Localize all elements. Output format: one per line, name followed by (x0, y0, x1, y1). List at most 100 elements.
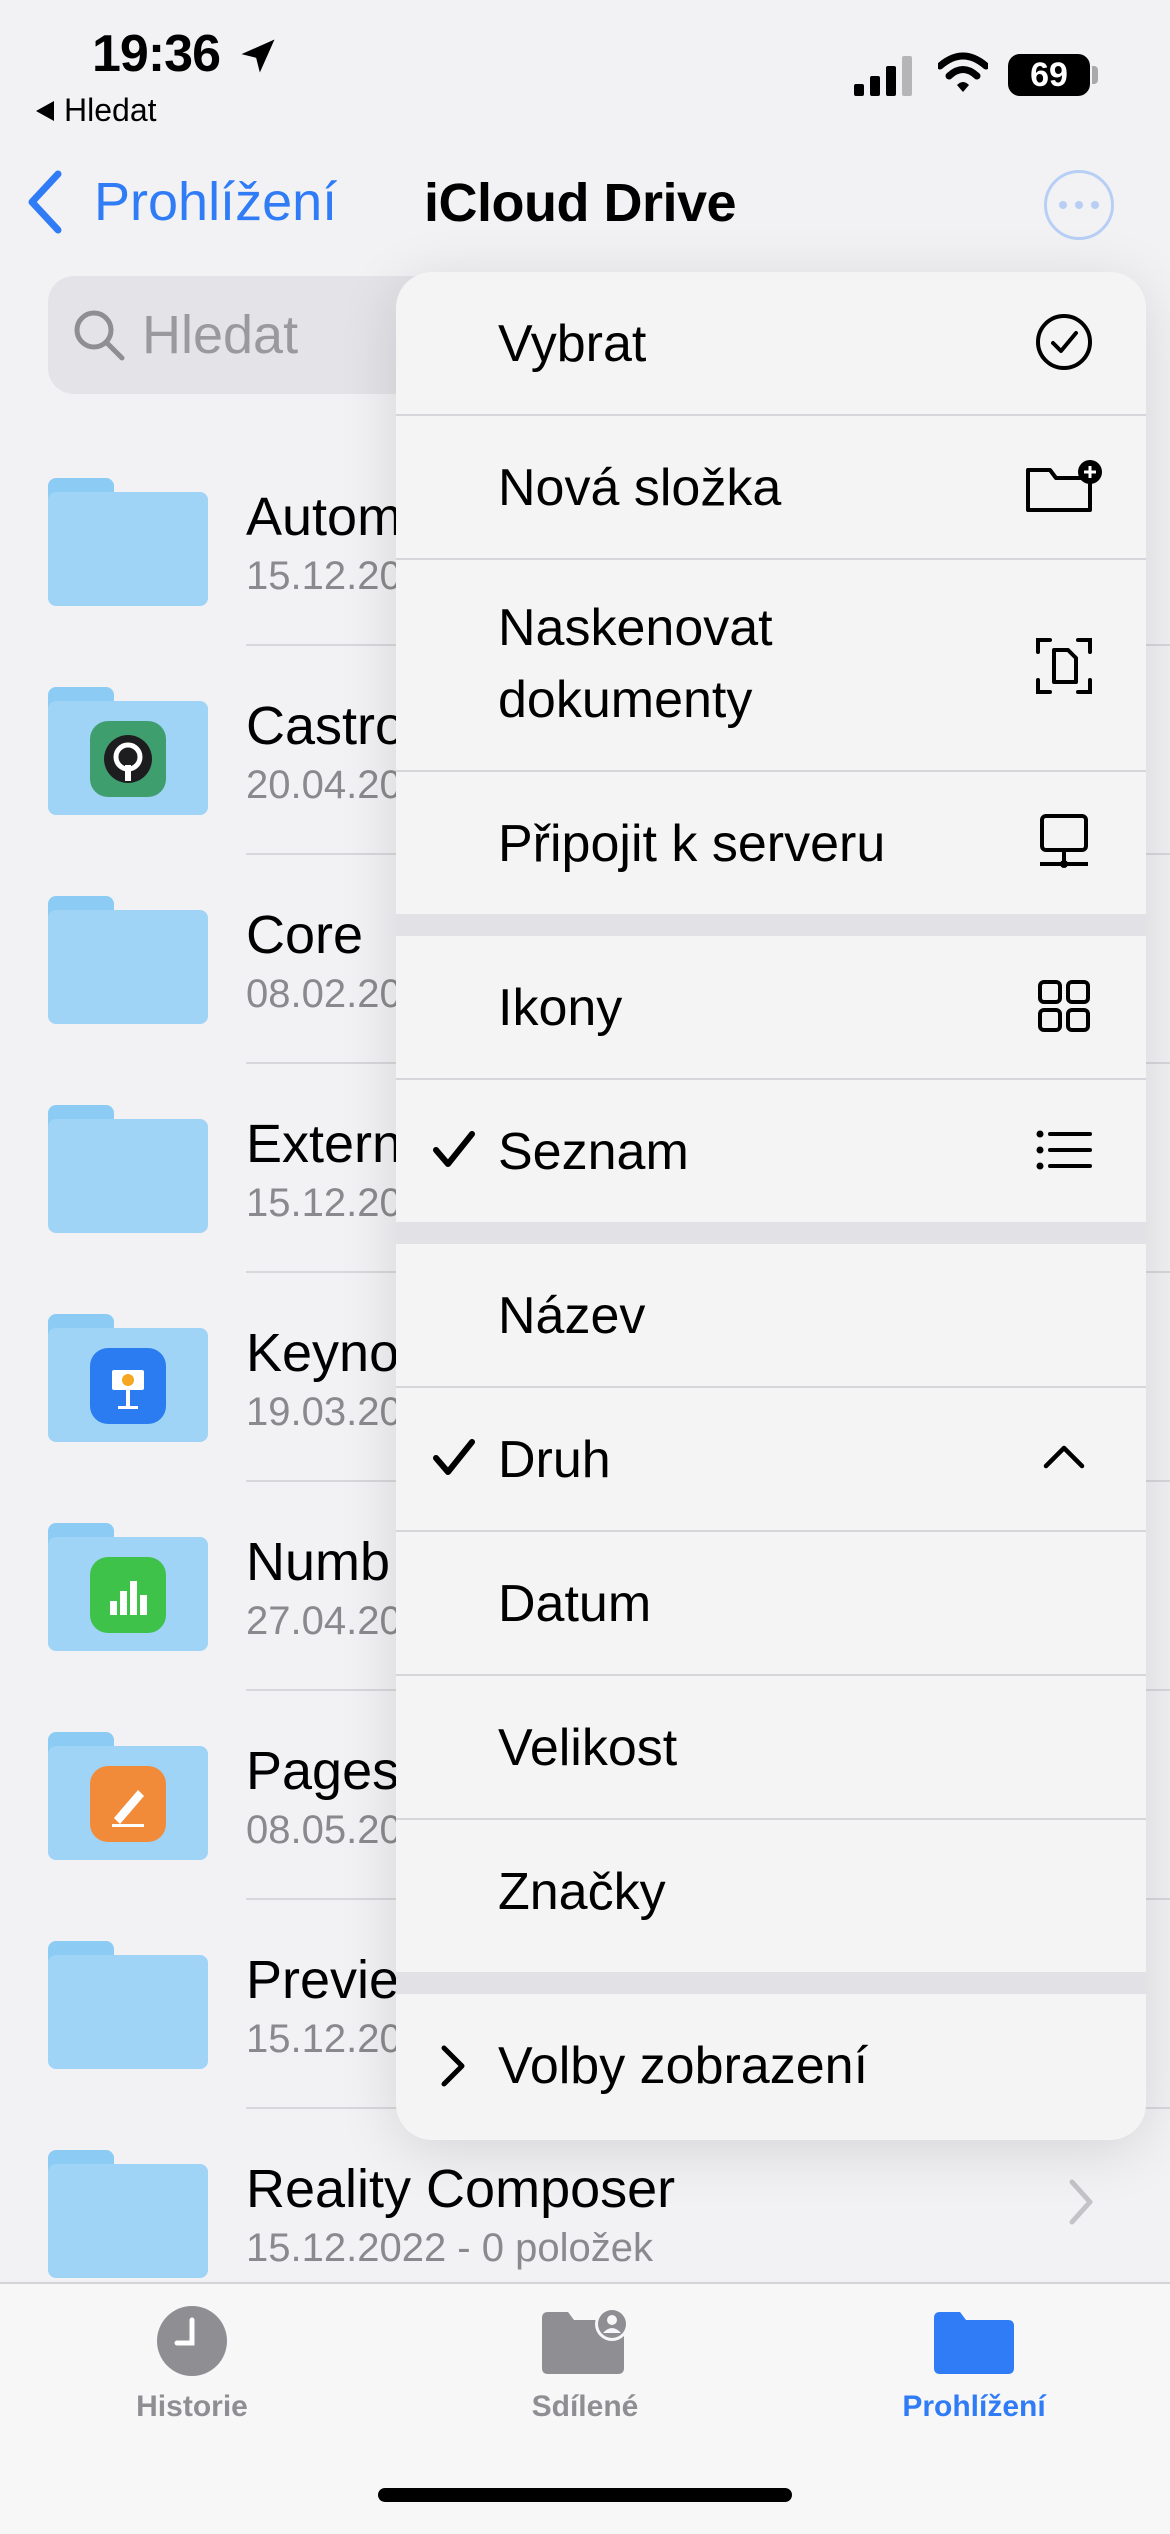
menu-group-separator (396, 1972, 1146, 1994)
tab-shared[interactable]: Sdílené (465, 2304, 705, 2424)
folder-icon (48, 1314, 208, 1442)
checkmark-icon (433, 1439, 475, 1475)
folder-icon (48, 1941, 208, 2069)
back-to-app-link[interactable]: Hledat (36, 92, 157, 129)
menu-item-label: Datum (498, 1575, 652, 1633)
folder-icon (48, 687, 208, 815)
numbers-app-icon (90, 1557, 166, 1633)
keynote-app-icon (90, 1348, 166, 1424)
menu-item-label: Vybrat (498, 315, 647, 373)
more-options-menu: Vybrat Nová složka Naskenovat dokumenty … (396, 272, 1146, 2140)
file-date: 15.12.20 (246, 2017, 402, 2061)
checkmark-icon (433, 1131, 475, 1167)
grid-icon (1024, 966, 1104, 1046)
file-name: Castro (246, 696, 406, 756)
file-date: 15.12.2022 - 0 položek (246, 2226, 653, 2270)
menu-item-label: Volby zobrazení (498, 2037, 869, 2095)
menu-item-sort-tags[interactable]: Značky (396, 1820, 1146, 1962)
file-date: 19.03.20 (246, 1390, 402, 1434)
folder-icon (48, 1105, 208, 1233)
menu-item-new-folder[interactable]: Nová složka (396, 416, 1146, 558)
file-name: Pages (246, 1741, 400, 1801)
menu-group-separator (396, 1222, 1146, 1244)
castro-app-icon (90, 721, 166, 797)
file-date: 20.04.20 (246, 763, 402, 807)
menu-item-label: Značky (498, 1863, 666, 1921)
folder-icon (48, 1732, 208, 1860)
menu-item-connect-server[interactable]: Připojit k serveru (396, 772, 1146, 914)
file-date: 08.02.20 (246, 972, 402, 1016)
tab-label: Prohlížení (902, 2390, 1046, 2423)
tab-browse[interactable]: Prohlížení (854, 2304, 1094, 2424)
server-display-icon (1024, 802, 1104, 882)
chevron-right-icon (441, 2045, 465, 2087)
file-name: Reality Composer (246, 2159, 676, 2219)
battery-indicator: 69 (1008, 54, 1090, 96)
file-name: Core (246, 905, 364, 965)
file-name: Keyno (246, 1323, 400, 1383)
ellipsis-dot (1075, 201, 1083, 209)
menu-item-label: Druh (498, 1431, 611, 1489)
menu-item-label: dokumenty (498, 671, 753, 729)
chevron-up-icon (1024, 1418, 1104, 1498)
nav-back-button[interactable]: Prohlížení (26, 170, 337, 234)
menu-item-view-list[interactable]: Seznam (396, 1080, 1146, 1222)
ellipsis-dot (1059, 201, 1067, 209)
menu-item-label: Název (498, 1287, 646, 1345)
battery-tip (1092, 66, 1098, 84)
file-name: Autom (246, 487, 403, 547)
back-app-label: Hledat (64, 92, 157, 128)
file-name: Previe (246, 1950, 400, 2010)
tab-label: Sdílené (531, 2390, 639, 2423)
wifi-icon (938, 52, 988, 92)
menu-item-sort-date[interactable]: Datum (396, 1532, 1146, 1674)
more-options-button[interactable] (1044, 170, 1114, 240)
menu-item-label: Připojit k serveru (498, 815, 886, 873)
list-bullet-icon (1024, 1110, 1104, 1190)
folder-person-icon (542, 2307, 629, 2374)
ellipsis-dot (1091, 201, 1099, 209)
file-date: 08.05.20 (246, 1808, 402, 1852)
menu-item-label: Ikony (498, 979, 623, 1037)
battery-level: 69 (1030, 55, 1068, 94)
tab-history[interactable]: Historie (72, 2304, 312, 2424)
menu-item-label: Naskenovat (498, 599, 773, 657)
menu-group-separator (396, 914, 1146, 936)
menu-item-sort-size[interactable]: Velikost (396, 1676, 1146, 1818)
chevron-left-icon (28, 170, 62, 234)
menu-item-scan-documents[interactable]: Naskenovat dokumenty (396, 560, 1146, 770)
menu-item-view-icons[interactable]: Ikony (396, 936, 1146, 1078)
back-triangle-icon (36, 100, 54, 121)
file-name: Extern (246, 1114, 403, 1174)
pages-app-icon (90, 1766, 166, 1842)
cellular-signal-icon (854, 56, 912, 96)
home-indicator (378, 2488, 792, 2502)
file-date: 27.04.20 (246, 1599, 402, 1643)
clock-icon (157, 2306, 227, 2376)
menu-item-label: Nová složka (498, 459, 782, 517)
file-date: 15.12.20 (246, 1181, 402, 1225)
menu-item-sort-name[interactable]: Název (396, 1244, 1146, 1386)
menu-item-select[interactable]: Vybrat (396, 272, 1146, 414)
page-title: iCloud Drive (424, 173, 737, 233)
folder-icon (48, 896, 208, 1024)
location-arrow-icon (241, 39, 275, 73)
menu-item-sort-kind[interactable]: Druh (396, 1388, 1146, 1530)
folder-icon (48, 2150, 208, 2278)
folder-icon (934, 2312, 1014, 2374)
folder-icon (48, 1523, 208, 1651)
tab-label: Historie (136, 2390, 248, 2423)
status-time: 19:36 (92, 25, 221, 83)
file-name: Numb (246, 1532, 391, 1592)
chevron-right-icon (1069, 2179, 1093, 2225)
checkmark-circle-icon (1024, 302, 1104, 382)
menu-item-label: Seznam (498, 1123, 689, 1181)
nav-back-label: Prohlížení (94, 172, 338, 232)
doc-viewfinder-icon (1024, 626, 1104, 706)
menu-item-label: Velikost (498, 1719, 678, 1777)
menu-item-view-options[interactable]: Volby zobrazení (396, 1994, 1146, 2140)
folder-badge-plus-icon (1024, 446, 1104, 526)
folder-icon (48, 478, 208, 606)
search-icon (74, 310, 125, 361)
file-date: 15.12.20 (246, 554, 402, 598)
